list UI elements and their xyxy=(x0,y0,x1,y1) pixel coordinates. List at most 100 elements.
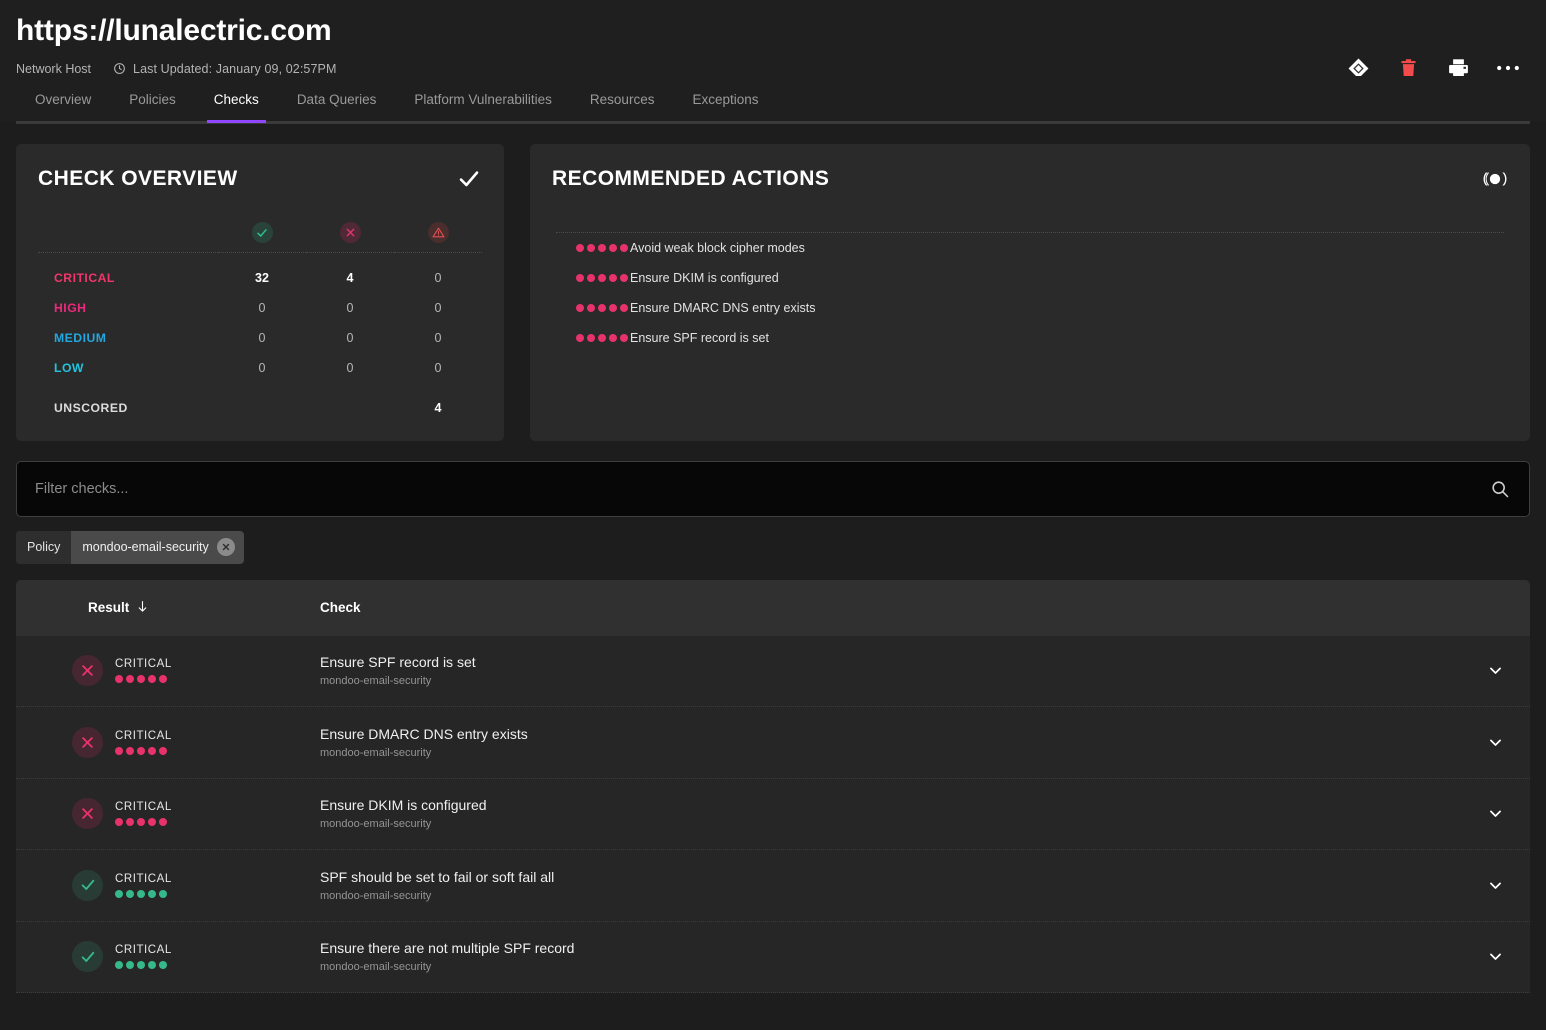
check-overview-body: CRITICAL 32 4 0 HIGH 0 0 0 MEDIUM 0 xyxy=(38,263,482,423)
row-result-text: CRITICAL xyxy=(115,730,172,755)
severity-rating-dots xyxy=(552,274,630,282)
title-row: https://lunalectric.com xyxy=(16,12,1530,50)
fail-icon xyxy=(72,655,103,686)
clock-icon xyxy=(113,62,126,75)
pass-icon xyxy=(72,870,103,901)
fail-icon xyxy=(340,222,361,243)
chevron-down-icon[interactable] xyxy=(1476,662,1514,679)
recommended-actions-card: RECOMMENDED ACTIONS Avoid wea xyxy=(530,144,1530,441)
filter-chip-key: Policy xyxy=(16,531,71,564)
row-severity-label: CRITICAL xyxy=(115,944,172,956)
table-row[interactable]: CRITICAL Ensure SPF record is set mondoo… xyxy=(16,636,1530,708)
severity-label-medium: MEDIUM xyxy=(38,323,218,353)
recommended-action-label: Avoid weak block cipher modes xyxy=(630,241,805,255)
severity-label-high: HIGH xyxy=(38,293,218,323)
pass-icon xyxy=(252,222,273,243)
recommended-actions-title: RECOMMENDED ACTIONS xyxy=(552,167,829,191)
chevron-down-icon[interactable] xyxy=(1476,877,1514,894)
active-filter-chips: Policy mondoo-email-security xyxy=(16,531,1530,564)
chevron-down-icon[interactable] xyxy=(1476,948,1514,965)
row-check-policy: mondoo-email-security xyxy=(320,675,1476,687)
check-overview-title: CHECK OVERVIEW xyxy=(38,167,238,191)
fail-icon xyxy=(72,798,103,829)
overview-row-medium: MEDIUM 0 0 0 xyxy=(38,323,482,353)
tab-policies[interactable]: Policies xyxy=(110,76,195,121)
chevron-down-icon[interactable] xyxy=(1476,734,1514,751)
row-check-policy: mondoo-email-security xyxy=(320,961,1476,973)
tab-overview[interactable]: Overview xyxy=(16,76,110,121)
tab-checks[interactable]: Checks xyxy=(195,76,278,121)
medium-fail-count: 0 xyxy=(306,323,394,353)
severity-rating-dots xyxy=(115,675,172,683)
tab-resources[interactable]: Resources xyxy=(571,76,674,121)
severity-label-critical: CRITICAL xyxy=(38,263,218,293)
row-check: Ensure there are not multiple SPF record… xyxy=(320,940,1476,973)
fail-col-header xyxy=(306,214,394,252)
overview-row-critical: CRITICAL 32 4 0 xyxy=(38,263,482,293)
table-row[interactable]: CRITICAL SPF should be set to fail or so… xyxy=(16,850,1530,922)
overview-spacer-top xyxy=(38,253,482,263)
page-title: https://lunalectric.com xyxy=(16,12,331,50)
tab-bar: Overview Policies Checks Data Queries Pl… xyxy=(0,76,1546,121)
row-check: SPF should be set to fail or soft fail a… xyxy=(320,869,1476,902)
table-row[interactable]: CRITICAL Ensure DMARC DNS entry exists m… xyxy=(16,707,1530,779)
column-header-check[interactable]: Check xyxy=(320,600,1514,615)
recommended-action-item[interactable]: Avoid weak block cipher modes xyxy=(552,233,1508,263)
medium-pass-count: 0 xyxy=(218,323,306,353)
row-check-name: Ensure there are not multiple SPF record xyxy=(320,940,1476,956)
recommended-actions-header: RECOMMENDED ACTIONS xyxy=(552,166,1508,192)
critical-fail-count: 4 xyxy=(306,263,394,293)
tab-data-queries[interactable]: Data Queries xyxy=(278,76,396,121)
search-input[interactable] xyxy=(35,481,1489,497)
filter-search-bar[interactable] xyxy=(16,461,1530,517)
row-severity-label: CRITICAL xyxy=(115,730,172,742)
search-icon[interactable] xyxy=(1489,478,1511,500)
filter-chip-value: mondoo-email-security xyxy=(71,540,216,554)
recommended-actions-list: Avoid weak block cipher modes Ensure DKI… xyxy=(552,232,1508,353)
check-overview-card: CHECK OVERVIEW xyxy=(16,144,504,441)
table-row[interactable]: CRITICAL Ensure there are not multiple S… xyxy=(16,922,1530,994)
checks-table: Result Check CRITICAL xyxy=(16,580,1530,994)
column-header-result[interactable]: Result xyxy=(32,599,320,617)
row-result: CRITICAL xyxy=(32,870,320,901)
row-result: CRITICAL xyxy=(32,798,320,829)
row-check: Ensure DKIM is configured mondoo-email-s… xyxy=(320,797,1476,830)
severity-col-header xyxy=(38,214,218,252)
row-check-name: Ensure DKIM is configured xyxy=(320,797,1476,813)
low-error-count: 0 xyxy=(394,353,482,383)
row-severity-label: CRITICAL xyxy=(115,873,172,885)
recommended-action-item[interactable]: Ensure DKIM is configured xyxy=(552,263,1508,293)
severity-rating-dots xyxy=(115,890,172,898)
row-check-policy: mondoo-email-security xyxy=(320,747,1476,759)
high-pass-count: 0 xyxy=(218,293,306,323)
unscored-pass-count xyxy=(218,393,306,423)
table-row[interactable]: CRITICAL Ensure DKIM is configured mondo… xyxy=(16,779,1530,851)
chevron-down-icon[interactable] xyxy=(1476,805,1514,822)
low-pass-count: 0 xyxy=(218,353,306,383)
recommended-action-item[interactable]: Ensure DMARC DNS entry exists xyxy=(552,293,1508,323)
unscored-fail-count xyxy=(306,393,394,423)
row-result-text: CRITICAL xyxy=(115,873,172,898)
asset-meta: Network Host Last Updated: January 09, 0… xyxy=(16,62,1530,76)
sort-descending-icon xyxy=(136,599,149,617)
filter-chip-policy[interactable]: Policy mondoo-email-security xyxy=(16,531,244,564)
page-header: https://lunalectric.com Network Host Las… xyxy=(0,0,1546,76)
row-severity-label: CRITICAL xyxy=(115,658,172,670)
row-check-policy: mondoo-email-security xyxy=(320,890,1476,902)
error-col-header xyxy=(394,214,482,252)
critical-pass-count: 32 xyxy=(218,263,306,293)
close-icon[interactable] xyxy=(217,538,235,556)
row-result-text: CRITICAL xyxy=(115,658,172,683)
tab-platform-vulnerabilities[interactable]: Platform Vulnerabilities xyxy=(395,76,571,121)
high-error-count: 0 xyxy=(394,293,482,323)
severity-rating-dots xyxy=(115,818,172,826)
row-check-name: Ensure DMARC DNS entry exists xyxy=(320,726,1476,742)
main-content: CHECK OVERVIEW xyxy=(0,124,1546,994)
tab-exceptions[interactable]: Exceptions xyxy=(673,76,777,121)
check-icon xyxy=(456,166,482,192)
unscored-error-count: 4 xyxy=(394,393,482,423)
recommended-action-item[interactable]: Ensure SPF record is set xyxy=(552,323,1508,353)
row-check-name: Ensure SPF record is set xyxy=(320,654,1476,670)
overview-spacer-mid xyxy=(38,383,482,393)
row-severity-label: CRITICAL xyxy=(115,801,172,813)
